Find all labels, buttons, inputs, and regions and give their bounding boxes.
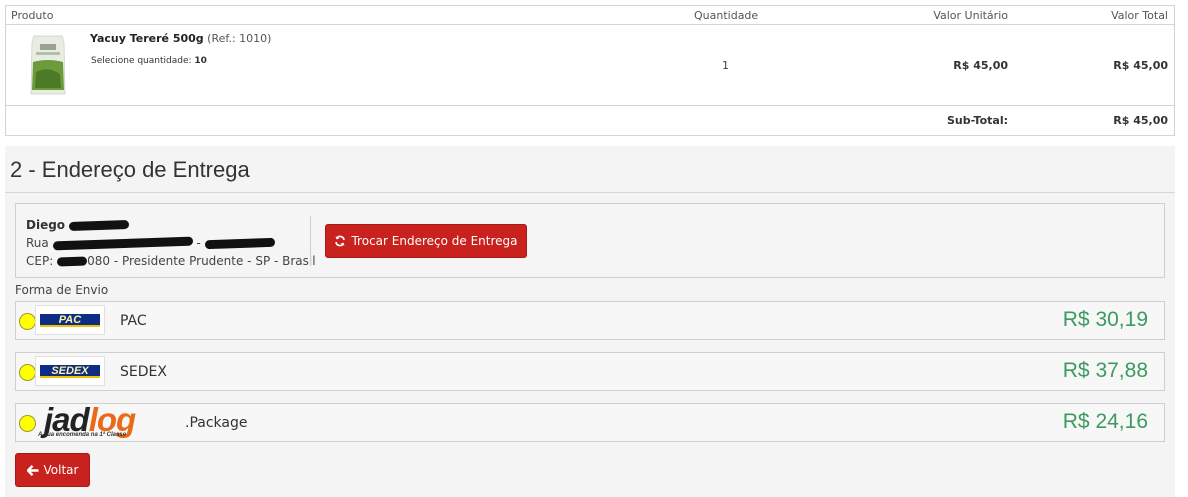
item-unit-price: R$ 45,00 bbox=[953, 59, 1008, 72]
header-total: Valor Total bbox=[1111, 9, 1168, 22]
arrow-left-icon bbox=[26, 464, 39, 476]
change-address-button[interactable]: Trocar Endereço de Entrega bbox=[325, 224, 527, 258]
item-total: R$ 45,00 bbox=[1113, 59, 1168, 72]
shipping-option-sedex[interactable]: SEDEX SEDEX R$ 37,88 bbox=[15, 352, 1165, 391]
subtotal-row: Sub-Total: R$ 45,00 bbox=[6, 106, 1174, 136]
radio-button[interactable] bbox=[19, 415, 36, 432]
product-image bbox=[30, 35, 66, 95]
product-title: Yacuy Tereré 500g bbox=[90, 32, 204, 45]
header-unit-price: Valor Unitário bbox=[933, 9, 1008, 22]
radio-button[interactable] bbox=[19, 364, 36, 381]
shipping-option-name: SEDEX bbox=[120, 364, 167, 380]
product-ref: (Ref.: 1010) bbox=[207, 32, 272, 45]
header-quantity: Quantidade bbox=[694, 9, 759, 22]
address-cep-line: CEP: 080 - Presidente Prudente - SP - Br… bbox=[26, 252, 316, 270]
change-address-label: Trocar Endereço de Entrega bbox=[351, 234, 518, 248]
shipping-option-name: PAC bbox=[120, 313, 147, 329]
redacted-mark bbox=[56, 256, 88, 267]
shipping-option-price: R$ 24,16 bbox=[1062, 410, 1148, 433]
address-box: Diego Rua - CEP: 080 - Presidente Pruden… bbox=[15, 203, 1165, 278]
quantity-select-value: 10 bbox=[194, 56, 207, 66]
pac-logo-text: PAC bbox=[40, 313, 100, 327]
header-product: Produto bbox=[11, 9, 54, 22]
quantity-select[interactable]: Selecione quantidade: 10 bbox=[91, 56, 207, 66]
shipping-option-name: .Package bbox=[185, 415, 248, 431]
address-lines: Diego Rua - CEP: 080 - Presidente Pruden… bbox=[26, 216, 316, 270]
product-name[interactable]: Yacuy Tereré 500g (Ref.: 1010) bbox=[90, 32, 271, 45]
shipping-option-jadlog[interactable]: jadlog A sua encomenda na 1ª Classe .Pac… bbox=[15, 401, 1165, 442]
address-cep-label: CEP: bbox=[26, 254, 54, 268]
radio-button[interactable] bbox=[19, 313, 36, 330]
address-name: Diego bbox=[26, 218, 66, 232]
sedex-logo-text: SEDEX bbox=[40, 364, 100, 378]
quantity-select-label: Selecione quantidade: bbox=[91, 56, 192, 66]
section-divider bbox=[5, 192, 1175, 193]
cart-table: Produto Quantidade Valor Unitário Valor … bbox=[5, 5, 1175, 136]
redacted-mark bbox=[204, 237, 275, 250]
shipping-option-pac[interactable]: PAC PAC R$ 30,19 bbox=[15, 301, 1165, 340]
pac-logo: PAC bbox=[35, 305, 105, 335]
subtotal-value: R$ 45,00 bbox=[1113, 114, 1168, 127]
sedex-logo: SEDEX bbox=[35, 356, 105, 386]
address-street-prefix: Rua bbox=[26, 236, 49, 250]
redacted-mark bbox=[52, 236, 193, 251]
address-street-line: Rua - bbox=[26, 234, 316, 252]
jadlog-tagline: A sua encomenda na 1ª Classe bbox=[38, 432, 127, 438]
address-cep-suffix: 080 - Presidente Prudente - SP - Brasil bbox=[87, 254, 316, 268]
shipping-label: Forma de Envio bbox=[15, 283, 109, 297]
shipping-option-price: R$ 37,88 bbox=[1062, 359, 1148, 382]
back-button[interactable]: Voltar bbox=[15, 453, 90, 487]
delivery-section: 2 - Endereço de Entrega Diego Rua - CEP:… bbox=[5, 146, 1175, 497]
item-quantity: 1 bbox=[722, 59, 729, 72]
address-divider bbox=[310, 216, 311, 266]
redacted-mark bbox=[68, 219, 130, 232]
shipping-option-price: R$ 30,19 bbox=[1062, 308, 1148, 331]
back-button-label: Voltar bbox=[43, 463, 79, 477]
refresh-icon bbox=[335, 235, 346, 247]
subtotal-label: Sub-Total: bbox=[946, 114, 1008, 127]
cart-header: Produto Quantidade Valor Unitário Valor … bbox=[6, 6, 1174, 25]
jadlog-logo: jadlog A sua encomenda na 1ª Classe bbox=[38, 401, 178, 441]
section-title: 2 - Endereço de Entrega bbox=[10, 157, 250, 182]
cart-row: Yacuy Tereré 500g (Ref.: 1010) Selecione… bbox=[6, 25, 1174, 106]
address-street-separator: - bbox=[196, 236, 201, 250]
address-name-line: Diego bbox=[26, 216, 316, 234]
